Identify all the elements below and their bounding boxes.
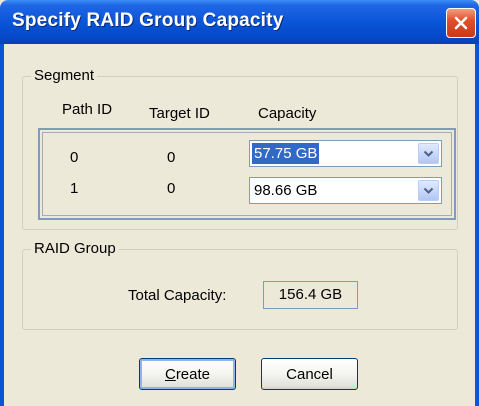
column-header-target-id: Target ID	[149, 105, 210, 122]
cancel-button[interactable]: Cancel	[261, 358, 358, 390]
window-title: Specify RAID Group Capacity	[12, 10, 284, 31]
title-bar[interactable]: Specify RAID Group Capacity	[0, 0, 479, 44]
row-0-capacity-value[interactable]: 57.75 GB	[252, 143, 320, 164]
window-frame-left	[0, 44, 4, 406]
column-header-capacity: Capacity	[258, 105, 317, 122]
total-capacity-value: 156.4 GB	[263, 281, 358, 309]
close-button[interactable]	[446, 8, 476, 38]
total-capacity-label: Total Capacity:	[128, 287, 227, 304]
segment-legend: Segment	[31, 67, 98, 84]
close-icon	[453, 15, 469, 31]
create-label-rest: reate	[175, 365, 211, 383]
create-button[interactable]: Create	[139, 358, 236, 390]
row-0-path-id: 0	[70, 149, 79, 166]
chevron-down-icon	[423, 145, 434, 163]
row-0-dropdown-button[interactable]	[418, 143, 439, 164]
chevron-down-icon	[423, 182, 434, 200]
window-frame-right	[475, 44, 479, 406]
row-1-target-id: 0	[167, 180, 176, 197]
column-header-path-id: Path ID	[62, 101, 113, 118]
row-0-capacity-select[interactable]: 57.75 GB	[249, 140, 442, 167]
create-mnemonic: C	[164, 365, 176, 383]
dialog-window: Specify RAID Group Capacity Segment Path…	[0, 0, 479, 406]
row-1-path-id: 1	[70, 180, 79, 197]
row-1-dropdown-button[interactable]	[418, 180, 439, 201]
raid-group-legend: RAID Group	[31, 240, 119, 257]
raid-group-group: RAID Group	[22, 240, 458, 330]
row-0-target-id: 0	[167, 149, 176, 166]
row-1-capacity-select[interactable]: 98.66 GB	[249, 177, 442, 204]
row-1-capacity-value[interactable]: 98.66 GB	[252, 180, 319, 201]
